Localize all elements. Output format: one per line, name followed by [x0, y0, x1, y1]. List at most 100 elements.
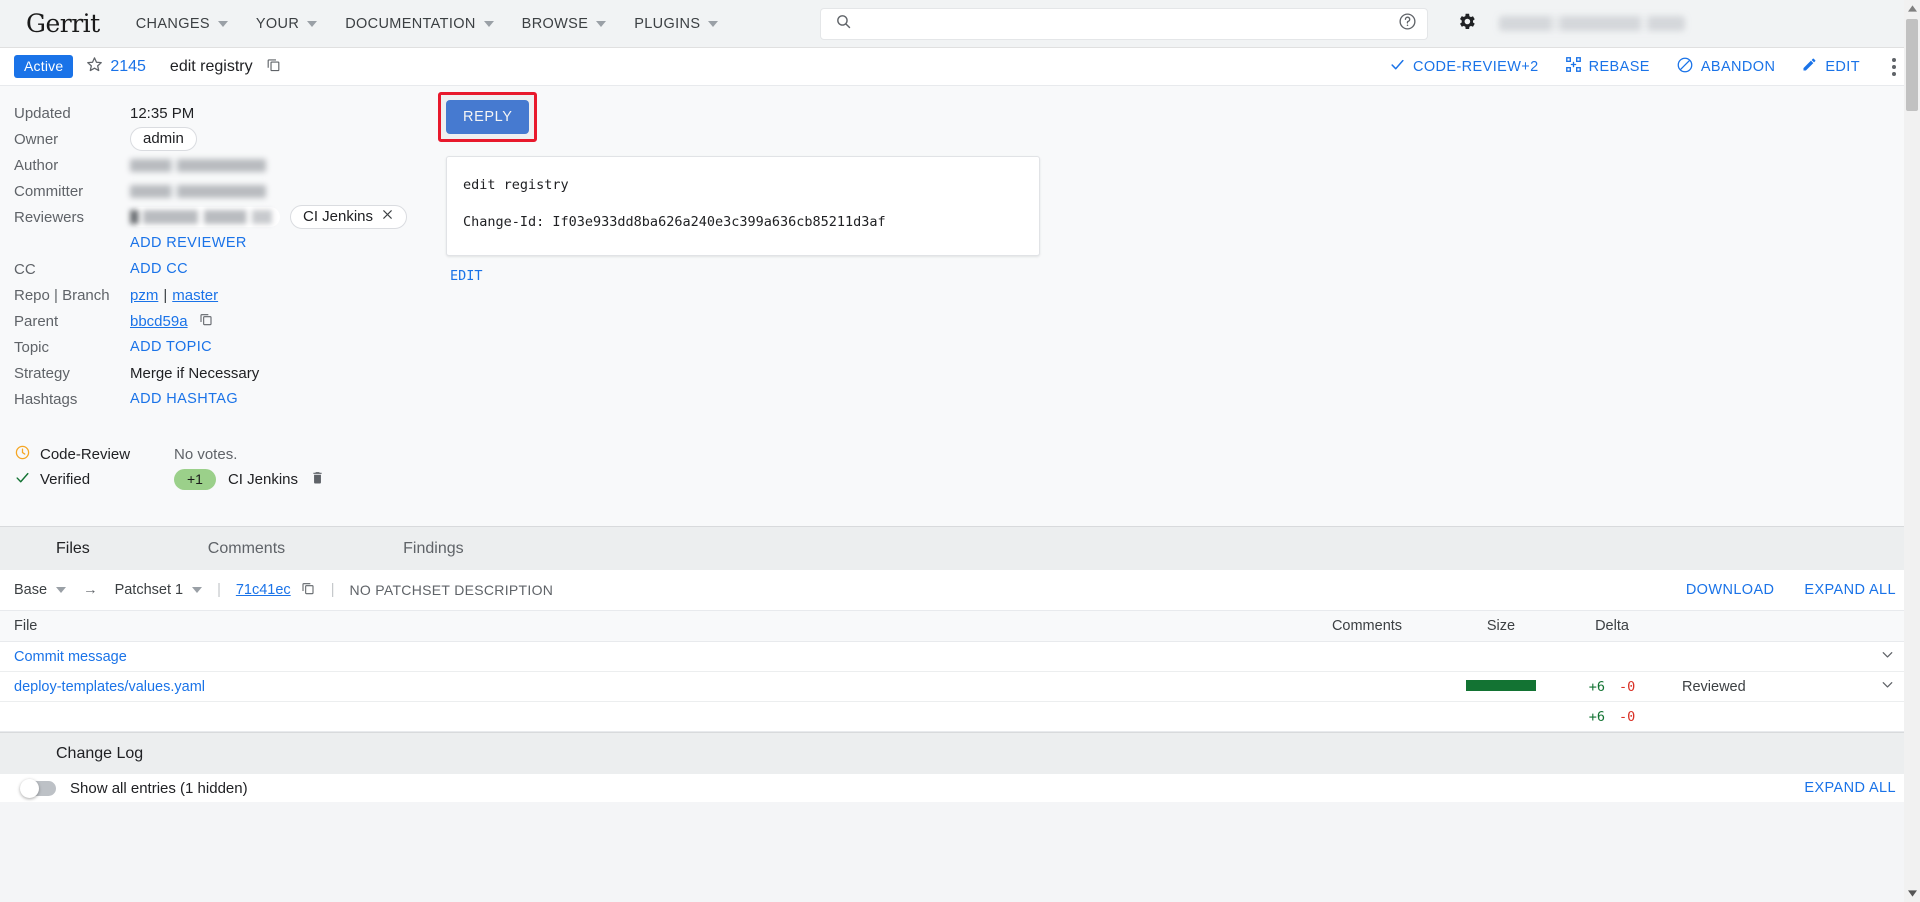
patchset-description[interactable]: NO PATCHSET DESCRIPTION: [349, 582, 553, 598]
chevron-down-icon: [307, 20, 318, 27]
change-metadata-panel: Updated 12:35 PM Owner admin Author Comm…: [0, 86, 440, 526]
metadata-row-author: Author: [14, 152, 440, 178]
code-review-plus2-button[interactable]: CODE-REVIEW+2: [1389, 56, 1539, 77]
cc-label: CC: [14, 260, 36, 278]
nav-item-browse[interactable]: BROWSE: [522, 16, 607, 32]
verified-vote-chip: +1: [174, 469, 216, 490]
parent-link[interactable]: bbcd59a: [130, 313, 188, 330]
vertical-scrollbar[interactable]: [1904, 0, 1920, 902]
file-review-status: Reviewed: [1682, 678, 1746, 695]
column-header-file: File: [14, 618, 38, 634]
tab-findings[interactable]: Findings: [403, 540, 463, 558]
copy-icon[interactable]: [265, 56, 282, 78]
abandon-button[interactable]: ABANDON: [1676, 56, 1776, 78]
change-main-column: REPLY edit registry Change-Id: If03e933d…: [438, 86, 1920, 526]
scroll-down-arrow-icon[interactable]: [1904, 885, 1920, 902]
reply-button[interactable]: REPLY: [446, 100, 530, 134]
scroll-up-arrow-icon[interactable]: [1904, 0, 1920, 17]
strategy-label: Strategy: [14, 364, 70, 382]
nav-item-documentation-label: DOCUMENTATION: [345, 15, 476, 32]
repo-branch-separator: |: [163, 286, 168, 304]
chevron-down-icon: [217, 20, 228, 27]
patchset-select-label[interactable]: Patchset 1: [115, 582, 184, 598]
metadata-row-committer: Committer: [14, 178, 440, 204]
trash-icon[interactable]: [310, 470, 325, 490]
expand-all-files-button[interactable]: EXPAND ALL: [1804, 582, 1896, 598]
commit-message-edit-button[interactable]: EDIT: [450, 268, 1920, 284]
reply-button-wrapper: REPLY: [438, 92, 538, 142]
chevron-down-icon: [596, 20, 607, 27]
column-header-size: Size: [1486, 618, 1516, 634]
close-icon[interactable]: [381, 208, 394, 225]
nav-item-documentation[interactable]: DOCUMENTATION: [345, 15, 494, 32]
abandon-label: ABANDON: [1700, 58, 1776, 75]
file-link-commit-message[interactable]: Commit message: [14, 649, 127, 665]
metadata-row-topic: Topic ADD TOPIC: [14, 334, 440, 360]
user-account-name[interactable]: [1499, 16, 1686, 31]
chevron-down-icon[interactable]: [56, 587, 67, 593]
file-size-bar: [1466, 679, 1536, 691]
copy-icon[interactable]: [198, 311, 214, 331]
tab-comments[interactable]: Comments: [208, 540, 285, 558]
column-header-comments: Comments: [1331, 618, 1403, 634]
kebab-menu-icon[interactable]: [1892, 57, 1896, 76]
rebase-label: REBASE: [1588, 58, 1650, 75]
show-all-entries-label: Show all entries (1 hidden): [70, 779, 248, 797]
show-all-entries-toggle[interactable]: [20, 778, 56, 798]
search-input[interactable]: [864, 9, 1399, 38]
nav-item-changes[interactable]: CHANGES: [136, 16, 228, 32]
metadata-row-add-reviewer: ADD REVIEWER: [14, 230, 440, 256]
branch-link[interactable]: master: [172, 287, 218, 304]
file-table-totals-row: +6 -0: [0, 702, 1920, 732]
table-row[interactable]: deploy-templates/values.yaml +6 -0 Revie…: [0, 672, 1920, 702]
gerrit-logo[interactable]: Gerrit: [26, 11, 100, 36]
scrollbar-thumb[interactable]: [1906, 19, 1918, 111]
add-hashtag-button[interactable]: ADD HASHTAG: [130, 391, 238, 407]
change-log-header: Change Log: [0, 732, 1920, 774]
file-link-values-yaml[interactable]: deploy-templates/values.yaml: [14, 679, 205, 695]
download-button[interactable]: DOWNLOAD: [1686, 582, 1775, 598]
pencil-icon: [1801, 56, 1818, 77]
rebase-button[interactable]: REBASE: [1565, 56, 1650, 77]
help-circle-icon[interactable]: [1398, 12, 1417, 36]
base-select-label[interactable]: Base: [14, 582, 47, 598]
add-topic-button[interactable]: ADD TOPIC: [130, 339, 212, 355]
code-review-plus2-label: CODE-REVIEW+2: [1412, 58, 1539, 75]
tab-files[interactable]: Files: [56, 540, 90, 558]
gear-icon[interactable]: [1456, 11, 1477, 37]
owner-chip[interactable]: admin: [130, 127, 197, 151]
chevron-down-icon[interactable]: [1860, 646, 1896, 667]
code-review-label: Code-Review: [40, 446, 131, 463]
chevron-down-icon: [708, 20, 719, 27]
author-value: [130, 158, 266, 172]
nav-item-changes-label: CHANGES: [135, 15, 210, 32]
edit-button[interactable]: EDIT: [1801, 56, 1860, 77]
committer-value: [130, 184, 266, 198]
change-number[interactable]: 2145: [110, 58, 146, 76]
metadata-row-repo-branch: Repo | Branch pzm | master: [14, 282, 440, 308]
commit-message-subject: edit registry: [463, 177, 569, 193]
label-row-verified: Verified +1 CI Jenkins: [14, 467, 440, 492]
commit-message-change-id: Change-Id: If03e933dd8ba626a240e3c399a63…: [463, 214, 886, 231]
copy-icon[interactable]: [300, 580, 316, 600]
chevron-down-icon[interactable]: [1860, 676, 1896, 697]
chevron-down-icon: [483, 20, 494, 27]
clock-icon: [14, 444, 31, 465]
chevron-down-icon[interactable]: [192, 587, 203, 593]
nav-item-plugins[interactable]: PLUGINS: [634, 16, 719, 32]
add-reviewer-button[interactable]: ADD REVIEWER: [130, 235, 247, 251]
patchset-selector-row: Base → Patchset 1 | 71c41ec | NO PATCHSE…: [0, 570, 1920, 610]
search-box[interactable]: [820, 7, 1429, 40]
reviewer-chip-ci-jenkins[interactable]: CI Jenkins: [290, 205, 408, 229]
change-log-expand-all-button[interactable]: EXPAND ALL: [1804, 780, 1896, 796]
star-outline-icon[interactable]: [85, 55, 104, 79]
change-tabs: Files Comments Findings: [0, 526, 1920, 570]
reviewer-chip-anonymous[interactable]: [130, 207, 280, 227]
nav-item-your[interactable]: YOUR: [256, 16, 318, 32]
block-circle-icon: [1676, 56, 1694, 78]
label-row-code-review: Code-Review No votes.: [14, 442, 440, 467]
repo-link[interactable]: pzm: [130, 287, 158, 304]
add-cc-button[interactable]: ADD CC: [130, 261, 188, 277]
table-row[interactable]: Commit message: [0, 642, 1920, 672]
revision-link[interactable]: 71c41ec: [236, 582, 291, 598]
